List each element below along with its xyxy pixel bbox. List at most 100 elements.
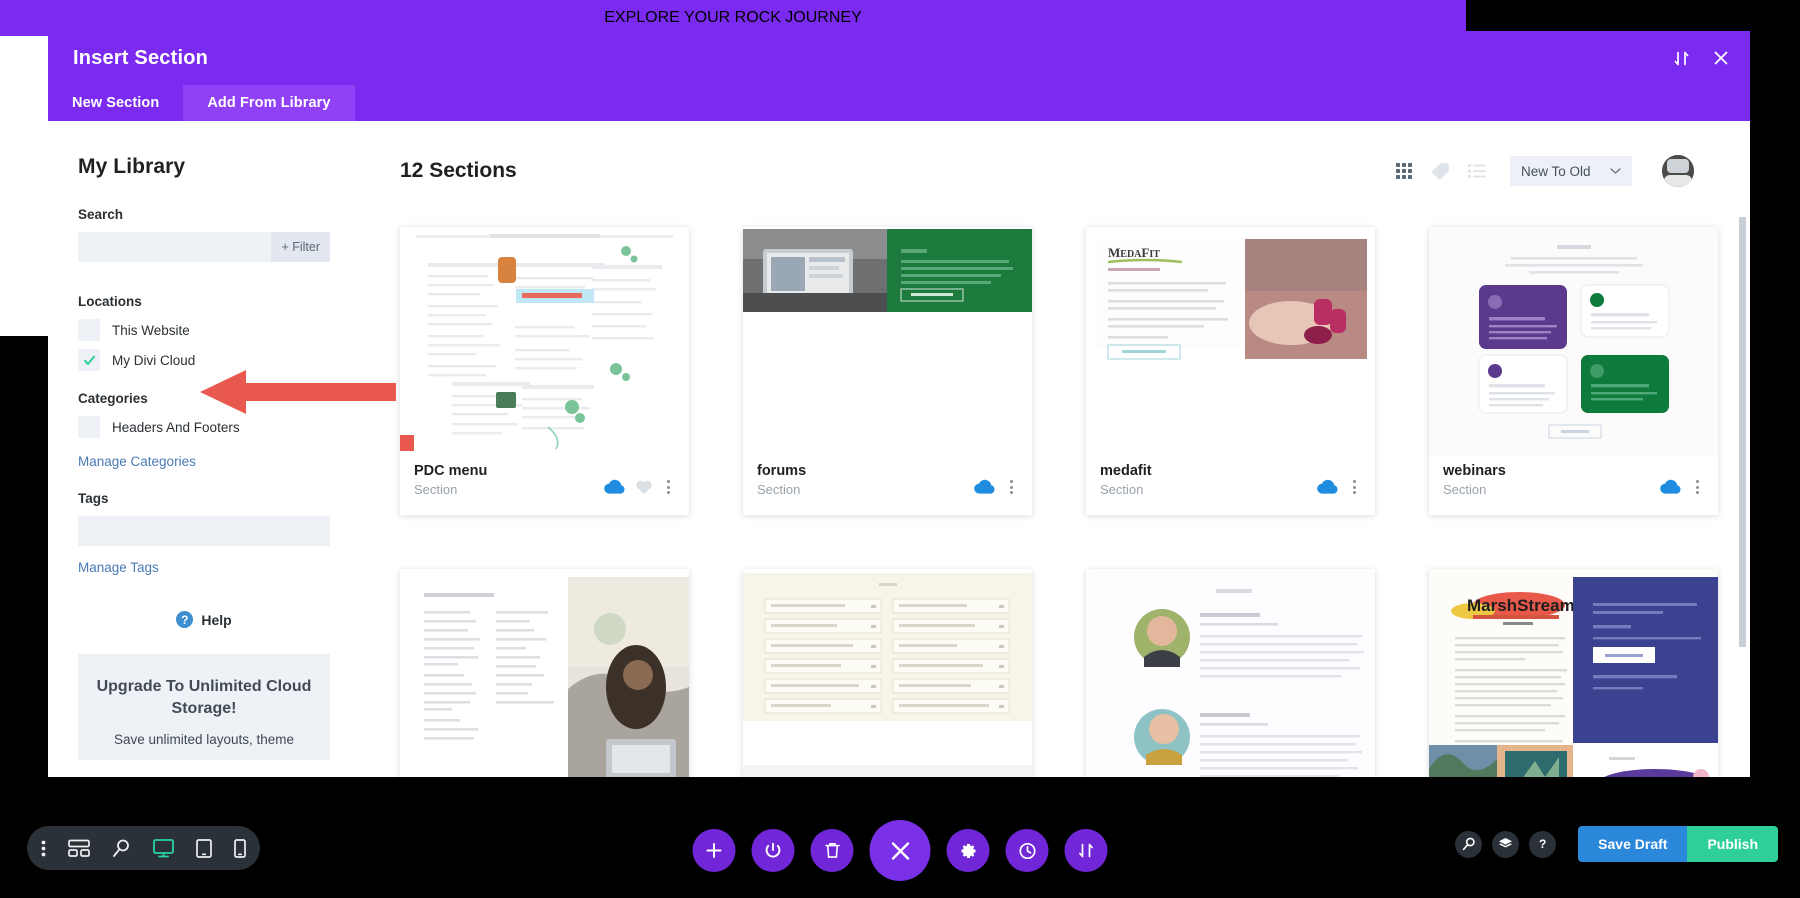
publish-button-group: Save Draft Publish <box>1578 826 1778 862</box>
card-meta: forums Section <box>757 463 806 497</box>
location-my-divi-cloud[interactable]: My Divi Cloud <box>78 349 330 371</box>
card-meta: webinars Section <box>1443 463 1506 497</box>
locations-block: Locations This Website My Divi Cloud <box>78 294 330 371</box>
cloud-icon[interactable] <box>603 479 626 495</box>
add-section-button[interactable] <box>692 829 736 872</box>
content-scrollbar-thumb[interactable] <box>1739 217 1746 647</box>
card-type: Section <box>414 482 458 497</box>
tab-new-section-label: New Section <box>72 95 160 111</box>
sort-dropdown[interactable]: New To Old <box>1510 156 1632 186</box>
save-draft-button[interactable]: Save Draft <box>1578 826 1688 862</box>
svg-text:MarshStream: MarshStream <box>1467 596 1575 615</box>
card-actions <box>1659 463 1704 495</box>
reorder-button[interactable] <box>1064 829 1108 872</box>
search-icon[interactable] <box>1455 830 1483 858</box>
search-wrapper: + Filter <box>78 232 330 262</box>
publish-button[interactable]: Publish <box>1687 826 1778 862</box>
card-title: PDC menu <box>414 463 488 479</box>
avatar[interactable] <box>1662 155 1694 187</box>
cloud-icon[interactable] <box>1659 479 1682 495</box>
filter-button[interactable]: + Filter <box>271 232 330 262</box>
categories-block: Categories Headers And Footers Manage Ca… <box>78 391 330 471</box>
location-this-website[interactable]: This Website <box>78 319 330 341</box>
library-card[interactable] <box>743 569 1032 777</box>
tags-input[interactable] <box>78 516 330 546</box>
tablet-view-icon[interactable] <box>196 838 212 858</box>
checkbox-unchecked-icon[interactable] <box>78 416 100 438</box>
upgrade-promo-subtitle: Save unlimited layouts, theme <box>113 732 295 748</box>
sidebar-title: My Library <box>78 155 186 178</box>
history-button[interactable] <box>1005 829 1049 872</box>
builder-bottom-bar: ? Save Draft Publish <box>0 798 1800 898</box>
card-type: Section <box>1443 482 1487 497</box>
help-button[interactable]: ? Help <box>78 611 330 628</box>
close-icon[interactable] <box>1712 49 1730 67</box>
checkbox-unchecked-icon[interactable] <box>78 319 100 341</box>
location-this-website-label: This Website <box>112 322 190 338</box>
builder-left-tools <box>27 826 260 870</box>
layers-icon[interactable] <box>1492 830 1520 858</box>
library-card[interactable]: PDC menu Section <box>400 227 689 515</box>
card-meta: PDC menu Section <box>414 463 487 497</box>
modal-header-actions <box>1673 31 1730 85</box>
manage-categories-link[interactable]: Manage Categories <box>78 454 196 469</box>
help-label: Help <box>201 611 232 628</box>
list-view-icon[interactable] <box>1468 162 1486 180</box>
library-card[interactable]: MarshStream <box>1429 569 1718 777</box>
builder-center-tools <box>692 820 1108 881</box>
cloud-icon[interactable] <box>1316 479 1339 495</box>
tab-new-section[interactable]: New Section <box>48 85 183 121</box>
upgrade-promo-title: Upgrade To Unlimited Cloud Storage! <box>96 678 312 717</box>
library-card[interactable]: forums Section <box>743 227 1032 515</box>
card-more-menu-icon[interactable] <box>1691 480 1704 494</box>
close-builder-button[interactable] <box>869 820 931 881</box>
avatar-body <box>1664 175 1692 187</box>
library-card[interactable]: MEDAFIT medafit Section <box>1086 227 1375 515</box>
manage-tags-link[interactable]: Manage Tags <box>78 560 159 575</box>
desktop-view-icon[interactable] <box>153 838 174 858</box>
sections-count-title: 12 Sections <box>400 159 517 182</box>
zoom-view-icon[interactable] <box>112 839 131 858</box>
wireframe-view-icon[interactable] <box>68 839 90 857</box>
card-more-menu-icon[interactable] <box>662 480 675 494</box>
card-thumbnail <box>1429 227 1718 457</box>
insert-section-modal: Insert Section New Section Add From Libr… <box>48 31 1750 777</box>
sort-toggle-icon[interactable] <box>1673 50 1690 67</box>
library-card[interactable] <box>400 569 689 777</box>
card-actions <box>973 463 1018 495</box>
library-content: 12 Sections New To Old PDC menu Section … <box>360 121 1750 777</box>
favorite-heart-icon[interactable] <box>635 479 653 495</box>
modal-title: Insert Section <box>73 46 209 69</box>
settings-button[interactable] <box>946 829 990 872</box>
phone-view-icon[interactable] <box>234 838 246 858</box>
chevron-down-icon <box>1610 162 1621 180</box>
card-actions <box>1316 463 1361 495</box>
cloud-icon[interactable] <box>973 479 996 495</box>
card-title: forums <box>757 463 807 479</box>
library-card[interactable]: webinars Section <box>1429 227 1718 515</box>
library-sidebar: My Library Search + Filter Locations Thi… <box>48 121 360 777</box>
card-thumbnail <box>743 227 1032 457</box>
card-thumbnail: MarshStream <box>1429 569 1718 777</box>
card-more-menu-icon[interactable] <box>1005 480 1018 494</box>
checkbox-checked-icon[interactable] <box>78 349 100 371</box>
card-type: Section <box>757 482 801 497</box>
more-options-icon[interactable] <box>41 840 46 857</box>
modal-body: My Library Search + Filter Locations Thi… <box>48 121 1750 777</box>
card-more-menu-icon[interactable] <box>1348 480 1361 494</box>
category-headers-and-footers-label: Headers And Footers <box>112 419 240 435</box>
upgrade-promo-box[interactable]: Upgrade To Unlimited Cloud Storage! Save… <box>78 654 330 761</box>
tab-add-from-library-label: Add From Library <box>207 95 331 111</box>
toggle-builder-button[interactable] <box>751 829 795 872</box>
tag-view-icon[interactable] <box>1431 162 1450 181</box>
tags-block: Tags Manage Tags <box>78 491 330 577</box>
library-card[interactable] <box>1086 569 1375 777</box>
tab-add-from-library[interactable]: Add From Library <box>183 85 355 121</box>
modal-tabs: New Section Add From Library <box>48 85 1750 121</box>
category-headers-and-footers[interactable]: Headers And Footers <box>78 416 330 438</box>
categories-label: Categories <box>78 391 148 406</box>
trash-button[interactable] <box>810 829 854 872</box>
builder-right-tools: ? Save Draft Publish <box>1455 826 1778 862</box>
grid-view-icon[interactable] <box>1395 162 1413 180</box>
help-icon[interactable]: ? <box>1529 830 1557 858</box>
